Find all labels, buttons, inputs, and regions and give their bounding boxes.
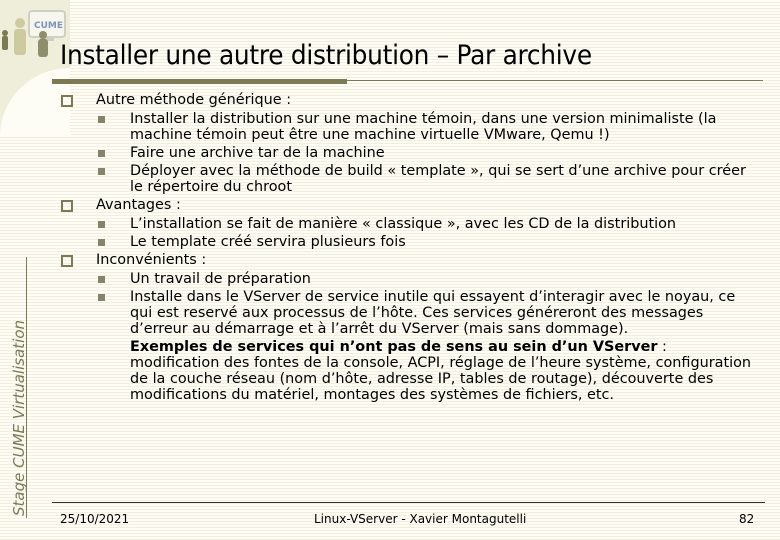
title-underline-bar xyxy=(52,79,347,84)
section-heading-text: Inconvénients : xyxy=(96,252,207,268)
section-heading: Autre méthode générique : xyxy=(58,92,758,108)
list-item: Installe dans le VServer de service inut… xyxy=(58,289,758,337)
slide-title: Installer une autre distribution – Par a… xyxy=(60,40,592,71)
side-label: Stage CUME Virtualisation xyxy=(10,319,28,516)
page-number: 82 xyxy=(739,512,755,526)
square-bullet-icon xyxy=(98,276,105,283)
list-item: Installer la distribution sur une machin… xyxy=(58,111,758,143)
section-heading: Inconvénients : xyxy=(58,252,758,268)
section-heading-text: Autre méthode générique : xyxy=(96,92,292,108)
square-bullet-icon xyxy=(98,116,105,123)
hollow-square-bullet-icon xyxy=(61,200,73,212)
examples-paragraph: Exemples de services qui n’ont pas de se… xyxy=(58,339,758,403)
square-bullet-icon xyxy=(98,294,105,301)
square-bullet-icon xyxy=(98,221,105,228)
title-underline-thin xyxy=(347,80,763,81)
list-item-text: Installe dans le VServer de service inut… xyxy=(130,289,736,337)
section-heading-text: Avantages : xyxy=(96,197,181,213)
list-item-text: L’installation se fait de manière « clas… xyxy=(130,216,677,232)
logo-text: CUME xyxy=(34,21,63,31)
footer-date: 25/10/2021 xyxy=(60,512,130,526)
list-item: L’installation se fait de manière « clas… xyxy=(58,216,758,232)
list-item: Un travail de préparation xyxy=(58,271,758,287)
list-item-text: Installer la distribution sur une machin… xyxy=(130,111,717,143)
list-item-text: Un travail de préparation xyxy=(130,271,311,287)
list-item: Faire une archive tar de la machine xyxy=(58,145,758,161)
square-bullet-icon xyxy=(98,150,105,157)
footer-divider xyxy=(52,502,765,503)
examples-heading: Exemples de services qui n’ont pas de se… xyxy=(130,339,658,355)
section-heading: Avantages : xyxy=(58,197,758,213)
list-item: Le template créé servira plusieurs fois xyxy=(58,234,758,250)
hollow-square-bullet-icon xyxy=(61,255,73,267)
list-item-text: Faire une archive tar de la machine xyxy=(130,145,385,161)
list-item-text: Déployer avec la méthode de build « temp… xyxy=(130,163,746,195)
square-bullet-icon xyxy=(98,168,105,175)
hollow-square-bullet-icon xyxy=(61,95,73,107)
list-item: Déployer avec la méthode de build « temp… xyxy=(58,163,758,195)
square-bullet-icon xyxy=(98,239,105,246)
slide-content: Autre méthode générique : Installer la d… xyxy=(58,92,758,403)
list-item-text: Le template créé servira plusieurs fois xyxy=(130,234,406,250)
footer-center-text: Linux-VServer - Xavier Montagutelli xyxy=(314,512,527,526)
